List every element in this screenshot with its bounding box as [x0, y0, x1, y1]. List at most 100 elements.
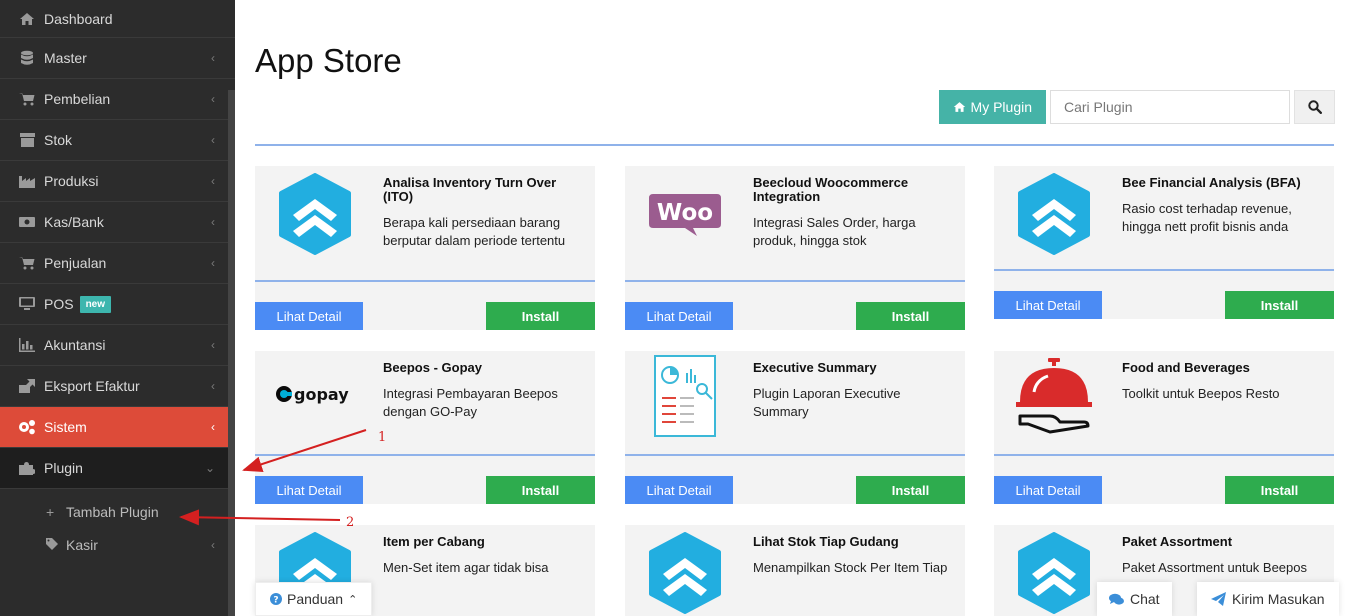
search-input[interactable] — [1050, 90, 1290, 124]
install-button[interactable]: Install — [1225, 476, 1334, 504]
new-badge: new — [79, 295, 112, 313]
sidebar-item-kas-bank[interactable]: Kas/Bank ‹ — [0, 202, 235, 243]
chevron-left-icon: ‹ — [211, 379, 215, 393]
submenu-item-label: Kasir — [66, 536, 98, 553]
sidebar-item-plugin[interactable]: Plugin ⌄ — [0, 448, 235, 489]
toolbar: My Plugin — [938, 90, 1335, 124]
submenu-item-tambah-plugin[interactable]: + Tambah Plugin — [0, 495, 235, 528]
chat-button[interactable]: Chat — [1097, 582, 1172, 616]
card-divider — [255, 280, 595, 282]
chevron-left-icon: ‹ — [211, 338, 215, 352]
card-description: Toolkit untuk Beepos Resto — [1122, 386, 1280, 401]
lihat-detail-button[interactable]: Lihat Detail — [625, 476, 733, 504]
chevron-left-icon: ‹ — [211, 174, 215, 188]
database-icon — [18, 50, 36, 66]
gears-icon — [18, 419, 36, 435]
chevron-left-icon: ‹ — [211, 215, 215, 229]
sidebar-item-eksport-efaktur[interactable]: Eksport Efaktur ‹ — [0, 366, 235, 407]
submenu-item-kasir[interactable]: Kasir ‹ — [0, 528, 235, 561]
lihat-detail-button[interactable]: Lihat Detail — [994, 476, 1102, 504]
search-button[interactable] — [1294, 90, 1335, 124]
sidebar-scrollbar[interactable] — [228, 90, 235, 616]
sidebar-item-label: Akuntansi — [44, 337, 106, 353]
industry-icon — [18, 173, 36, 189]
plugin-card: gopay Beepos - Gopay Integrasi Pembayara… — [255, 351, 595, 504]
card-title: Food and Beverages — [1122, 360, 1250, 375]
svg-text:?: ? — [273, 596, 278, 606]
sidebar-item-sistem[interactable]: Sistem ‹ — [0, 407, 236, 448]
app-root: Dashboard Master ‹ Pembelian ‹ Stok ‹ Pr… — [0, 0, 1357, 616]
sidebar-item-dashboard[interactable]: Dashboard — [0, 0, 235, 38]
plugin-card: Executive Summary Plugin Laporan Executi… — [625, 351, 965, 504]
chevron-left-icon: ‹ — [211, 256, 215, 270]
sidebar-item-label: Plugin — [44, 460, 83, 476]
sidebar: Dashboard Master ‹ Pembelian ‹ Stok ‹ Pr… — [0, 0, 236, 616]
sidebar-item-akuntansi[interactable]: Akuntansi ‹ — [0, 325, 235, 366]
sidebar-item-label: Stok — [44, 132, 73, 148]
lihat-detail-button[interactable]: Lihat Detail — [994, 291, 1102, 319]
home-icon — [953, 102, 965, 112]
money-icon — [18, 214, 36, 230]
sidebar-item-penjualan[interactable]: Penjualan ‹ — [0, 243, 235, 284]
beecloud-logo — [269, 166, 361, 262]
chevron-down-icon: ⌄ — [204, 461, 215, 475]
install-button[interactable]: Install — [486, 476, 595, 504]
sidebar-item-pos[interactable]: POS new — [0, 284, 235, 325]
tags-icon — [46, 537, 60, 553]
main-content: App Store My Plugin Analisa Inventory Tu… — [235, 0, 1357, 616]
sidebar-item-label: Penjualan — [44, 255, 107, 271]
sidebar-item-pembelian[interactable]: Pembelian ‹ — [0, 79, 235, 120]
annotation-number: 2 — [346, 515, 355, 530]
card-description: Integrasi Pembayaran Beepos dengan GO-Pa… — [383, 386, 558, 419]
card-divider — [625, 280, 965, 282]
lihat-detail-button[interactable]: Lihat Detail — [255, 302, 363, 330]
chevron-left-icon: ‹ — [211, 133, 215, 147]
sidebar-item-produksi[interactable]: Produksi ‹ — [0, 161, 235, 202]
install-button[interactable]: Install — [856, 476, 965, 504]
install-button[interactable]: Install — [486, 302, 595, 330]
card-description: Berapa kali persediaan barang berputar d… — [383, 215, 566, 248]
sidebar-item-label: Kas/Bank — [44, 214, 104, 230]
card-description: Plugin Laporan Executive Summary — [753, 386, 901, 419]
plugin-card: Woo Beecloud Woocommerce Integration Int… — [625, 166, 965, 330]
card-title: Beecloud Woocommerce Integration — [753, 175, 909, 204]
card-divider — [994, 269, 1334, 271]
sidebar-item-label: Eksport Efaktur — [44, 378, 140, 394]
install-button[interactable]: Install — [1225, 291, 1334, 319]
gopay-logo: gopay — [269, 351, 361, 437]
sidebar-item-label: Master — [44, 50, 87, 66]
cart-icon — [18, 255, 36, 271]
search-icon — [1307, 100, 1322, 114]
report-logo — [639, 351, 731, 441]
card-title: Bee Financial Analysis (BFA) — [1122, 175, 1301, 190]
desktop-icon — [18, 296, 36, 312]
home-icon — [18, 11, 36, 27]
chevron-left-icon: ‹ — [211, 51, 215, 65]
sidebar-item-label: Produksi — [44, 173, 99, 189]
kirim-masukan-label: Kirim Masukan — [1232, 591, 1325, 607]
kirim-masukan-button[interactable]: Kirim Masukan — [1197, 582, 1339, 616]
card-title: Paket Assortment — [1122, 534, 1233, 549]
plugin-card: Analisa Inventory Turn Over (ITO) Berapa… — [255, 166, 595, 330]
panduan-button[interactable]: ? Panduan ⌃ — [255, 582, 373, 616]
my-plugin-button[interactable]: My Plugin — [938, 90, 1046, 124]
lihat-detail-button[interactable]: Lihat Detail — [255, 476, 363, 504]
question-circle-icon: ? — [270, 593, 282, 605]
paper-plane-icon — [1211, 592, 1226, 606]
lihat-detail-button[interactable]: Lihat Detail — [625, 302, 733, 330]
card-divider — [994, 454, 1334, 456]
sidebar-item-stok[interactable]: Stok ‹ — [0, 120, 235, 161]
chevron-left-icon: ‹ — [211, 92, 215, 106]
install-button[interactable]: Install — [856, 302, 965, 330]
bottom-bar: ? Panduan ⌃ Chat Kirim Masukan — [235, 572, 1357, 616]
chevron-left-icon: ‹ — [211, 420, 215, 434]
plugin-card: Food and Beverages Toolkit untuk Beepos … — [994, 351, 1334, 504]
sidebar-item-label: Pembelian — [44, 91, 111, 107]
sidebar-item-label: POS — [44, 296, 74, 312]
plugin-submenu: + Tambah Plugin Kasir ‹ — [0, 489, 235, 561]
sidebar-item-label: Dashboard — [44, 10, 113, 27]
card-title: Item per Cabang — [383, 534, 485, 549]
cart-icon — [18, 91, 36, 107]
export-icon — [18, 378, 36, 394]
sidebar-item-master[interactable]: Master ‹ — [0, 38, 235, 79]
